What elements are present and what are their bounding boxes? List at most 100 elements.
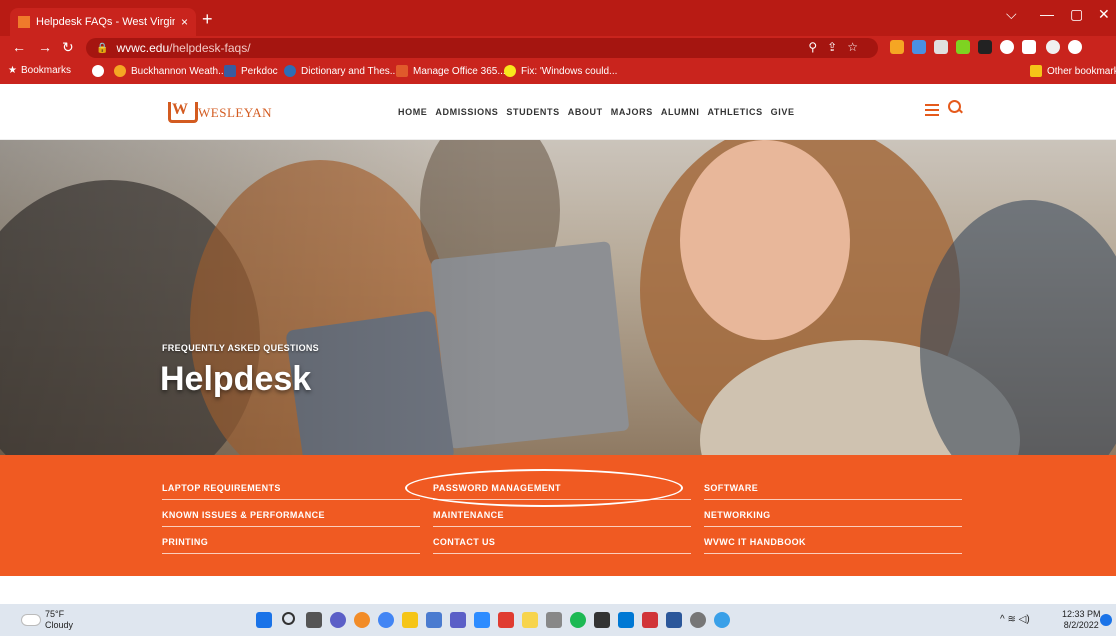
omnibox-action-icons[interactable]: ⚲⇪☆ <box>808 40 868 54</box>
word-icon[interactable] <box>666 612 682 628</box>
reload-icon[interactable]: ↻ <box>62 39 74 56</box>
faq-link-software[interactable]: SOFTWARE <box>704 483 962 500</box>
annotation-ellipse <box>405 469 683 507</box>
profile-avatar[interactable] <box>1046 40 1060 54</box>
sticky-notes-icon[interactable] <box>522 612 538 628</box>
app-icon[interactable] <box>426 612 442 628</box>
tab-search-icon[interactable]: ⌵ <box>1006 6 1017 23</box>
extension-icon[interactable] <box>978 40 992 54</box>
file-explorer-icon[interactable] <box>402 612 418 628</box>
taskbar-clock[interactable]: 12:33 PM 8/2/2022 <box>1062 609 1101 631</box>
app-icon[interactable] <box>714 612 730 628</box>
address-bar[interactable]: 🔒 wvwc.edu/helpdesk-faqs/ ⚲⇪☆ <box>86 38 878 58</box>
extension-icon[interactable] <box>912 40 926 54</box>
back-icon[interactable]: ← <box>12 39 26 55</box>
page-content-area <box>0 576 1116 604</box>
task-view-icon[interactable] <box>306 612 322 628</box>
window-close-icon[interactable]: ✕ <box>1098 6 1110 23</box>
office-icon <box>396 65 408 77</box>
faq-link-printing[interactable]: PRINTING <box>162 537 420 554</box>
faq-link-networking[interactable]: NETWORKING <box>704 510 962 527</box>
hero-banner: FREQUENTLY ASKED QUESTIONS Helpdesk <box>0 140 1116 455</box>
start-icon[interactable] <box>256 612 272 628</box>
logo-text: WESLEYAN <box>198 105 273 120</box>
screen: Helpdesk FAQs - West Virginia W × + ⌵ — … <box>0 0 1116 636</box>
weather-condition: Cloudy <box>45 620 74 630</box>
folder-icon <box>1030 65 1042 77</box>
bookmark-item[interactable]: Buckhannon Weath... <box>114 65 226 77</box>
settings-gear-icon[interactable] <box>690 612 706 628</box>
faq-link-maintenance[interactable]: MAINTENANCE <box>433 510 691 527</box>
site-favicon-icon <box>18 16 30 28</box>
tab-title: Helpdesk FAQs - West Virginia W <box>36 16 175 28</box>
tab-close-icon[interactable]: × <box>181 15 188 29</box>
browser-tab-bar: Helpdesk FAQs - West Virginia W × + ⌵ — … <box>0 0 1116 36</box>
teams-chat-icon[interactable] <box>330 612 346 628</box>
faq-link-known-issues[interactable]: KNOWN ISSUES & PERFORMANCE <box>162 510 420 527</box>
app-icon[interactable] <box>594 612 610 628</box>
search-icon[interactable] <box>948 100 962 114</box>
extension-icon[interactable] <box>956 40 970 54</box>
faq-link-it-handbook[interactable]: WVWC IT HANDBOOK <box>704 537 962 554</box>
clock-date: 8/2/2022 <box>1063 620 1099 630</box>
minimize-icon[interactable]: — <box>1040 6 1054 22</box>
fix-icon <box>504 65 516 77</box>
url-path: /helpdesk-faqs/ <box>169 41 251 55</box>
search-icon[interactable] <box>282 612 295 625</box>
bookmark-item[interactable]: Dictionary and Thes... <box>284 65 398 77</box>
weather-icon <box>114 65 126 77</box>
nav-majors[interactable]: MAJORS <box>611 107 653 117</box>
cloud-icon <box>22 615 40 625</box>
nav-home[interactable]: HOME <box>398 107 427 117</box>
bookmark-item[interactable]: Manage Office 365... <box>396 65 506 77</box>
hamburger-menu-icon[interactable] <box>925 104 939 116</box>
weather-widget[interactable]: 75°F Cloudy <box>22 609 73 631</box>
hero-overlay <box>0 140 1116 455</box>
new-tab-button[interactable]: + <box>202 10 213 28</box>
nav-alumni[interactable]: ALUMNI <box>661 107 700 117</box>
bookmarks-bar: ★ Bookmarks Buckhannon Weath... Perkdoc D… <box>0 60 1116 84</box>
maximize-icon[interactable]: ▢ <box>1070 6 1083 23</box>
nav-admissions[interactable]: ADMISSIONS <box>435 107 498 117</box>
teams-icon[interactable] <box>450 612 466 628</box>
nav-about[interactable]: ABOUT <box>568 107 603 117</box>
faq-link-laptop-requirements[interactable]: LAPTOP REQUIREMENTS <box>162 483 420 500</box>
bookmark-item[interactable]: Perkdoc <box>224 65 278 77</box>
perkdoc-icon <box>224 65 236 77</box>
url-host: wvwc.edu <box>116 41 170 55</box>
side-panel-icon[interactable] <box>1022 40 1036 54</box>
firefox-icon[interactable] <box>354 612 370 628</box>
nav-students[interactable]: STUDENTS <box>506 107 559 117</box>
extensions-puzzle-icon[interactable] <box>1000 40 1014 54</box>
bookmark-item[interactable]: Fix: 'Windows could... <box>504 65 617 77</box>
extension-icon[interactable] <box>934 40 948 54</box>
browser-toolbar: ← → ↻ 🔒 wvwc.edu/helpdesk-faqs/ ⚲⇪☆ <box>0 36 1116 60</box>
outlook-icon[interactable] <box>618 612 634 628</box>
browser-tab-active[interactable]: Helpdesk FAQs - West Virginia W × <box>10 8 196 36</box>
app-icon[interactable] <box>498 612 514 628</box>
wesleyan-logo[interactable]: WESLEYAN <box>168 101 273 124</box>
dictionary-icon <box>284 65 296 77</box>
site-header: WESLEYAN HOME ADMISSIONS STUDENTS ABOUT … <box>0 84 1116 140</box>
other-bookmarks[interactable]: Other bookmarks <box>1030 65 1116 77</box>
bookmark-item[interactable] <box>92 65 109 77</box>
nav-athletics[interactable]: ATHLETICS <box>707 107 762 117</box>
faq-link-contact-us[interactable]: CONTACT US <box>433 537 691 554</box>
spotify-icon[interactable] <box>570 612 586 628</box>
bookmark-item[interactable]: ★ Bookmarks <box>8 65 71 76</box>
menu-kebab-icon[interactable] <box>1068 40 1082 54</box>
notification-icon[interactable] <box>1100 614 1112 626</box>
forward-icon[interactable]: → <box>38 39 52 55</box>
wesleyan-logo-icon <box>168 101 198 124</box>
hero-title: Helpdesk <box>160 360 312 398</box>
app-icon[interactable] <box>546 612 562 628</box>
chrome-icon[interactable] <box>378 612 394 628</box>
star-icon: ★ <box>8 65 17 76</box>
extension-icon[interactable] <box>890 40 904 54</box>
zoom-icon[interactable] <box>474 612 490 628</box>
system-tray-icons[interactable]: ^ ≋ ◁) <box>1000 614 1030 625</box>
nav-give[interactable]: GIVE <box>771 107 795 117</box>
main-nav: HOME ADMISSIONS STUDENTS ABOUT MAJORS AL… <box>398 107 795 117</box>
access-icon[interactable] <box>642 612 658 628</box>
lock-icon: 🔒 <box>96 42 109 54</box>
